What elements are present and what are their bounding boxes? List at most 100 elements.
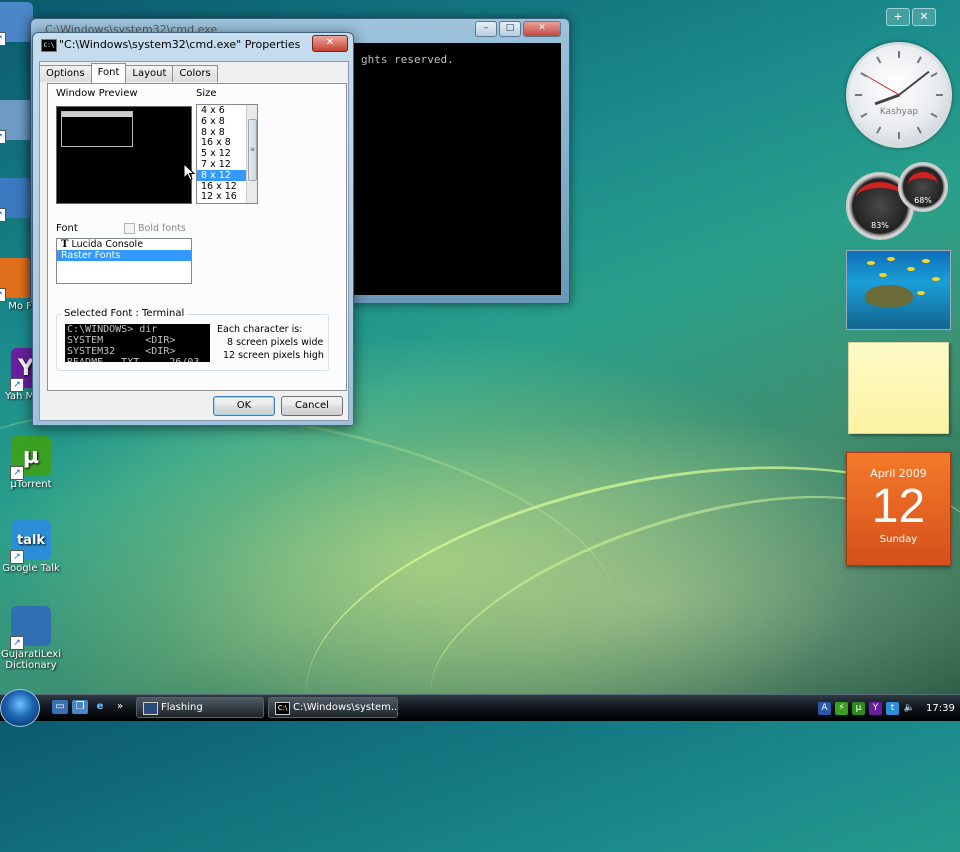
bold-fonts-label: Bold fonts [138,223,186,234]
messenger-tray-icon[interactable]: Y [869,701,882,715]
desktop-icon[interactable]: µ ↗ µTorrent [0,436,62,490]
close-icon[interactable]: ✕ [523,21,561,37]
clock-gadget[interactable]: Kashyap [846,42,952,148]
font-sample: C:\WINDOWS> dir SYSTEM <DIR> SYSTEM32 <DIR… [65,324,210,362]
gtalk-tray-icon[interactable]: t [886,701,899,715]
sample-line: SYSTEM <DIR> [67,335,176,346]
turtle-image [865,285,913,307]
tab-font[interactable]: Font [90,63,127,83]
window-preview-label: Window Preview [56,88,138,99]
character-size-info: Each character is: 8 screen pixels wide … [217,323,324,362]
shortcut-arrow-icon: ↗ [0,130,6,144]
language-icon[interactable]: A [818,701,831,715]
window-preview [56,106,192,204]
taskbar-button-flashing[interactable]: Flashing [136,697,264,718]
clock-tick [898,51,900,58]
desktop-icon[interactable]: ↗ GujaratiLexi Dictionary [0,606,62,671]
start-button[interactable] [0,689,40,727]
cmd-app-icon: C:\ [41,39,57,52]
clock-tick [876,56,882,64]
calendar-gadget[interactable]: April 2009 12 Sunday [846,452,951,566]
desktop-icon-label: Google Talk [2,563,60,574]
each-char-label: Each character is: [217,324,303,335]
selected-font-group: Selected Font : Terminal C:\WINDOWS> dir… [56,308,329,371]
mouse-cursor-icon [183,163,195,181]
shortcut-arrow-icon: ↗ [0,208,6,222]
font-list[interactable]: T Lucida Console Raster Fonts [56,238,192,284]
memory-percent: 68% [914,196,932,205]
shortcut-arrow-icon: ↗ [0,288,6,302]
quick-launch: ▭ ❐ e » [52,700,128,714]
volume-icon[interactable]: 🔈 [903,702,916,715]
system-tray: A ⚡ µ Y t 🔈 17:39 [818,698,960,718]
calendar-weekday: Sunday [879,534,918,545]
taskbar-button-cmd[interactable]: C:\ C:\Windows\system... [268,697,398,718]
clock-time[interactable]: 17:39 [926,703,955,714]
font-list-item[interactable]: T Lucida Console [57,239,191,250]
clock-hour-hand [874,93,900,106]
clock-second-hand [864,74,900,96]
desktop-icon-label: GujaratiLexi Dictionary [1,649,61,671]
size-list-scrollbar[interactable]: ≡ [246,105,257,203]
tab-options[interactable]: Options [39,65,92,82]
ok-button[interactable]: OK [213,396,275,416]
close-icon: ✕ [325,37,335,48]
font-list-item[interactable]: Raster Fonts [57,250,191,261]
taskbar: ▭ ❐ e » Flashing C:\ C:\Windows\system..… [0,689,960,727]
checkbox-box[interactable] [124,223,135,234]
clock-tick [855,94,862,96]
clock-tick [916,126,922,134]
taskbar-button-label: C:\Windows\system... [293,702,398,713]
taskbar-button-label: Flashing [161,702,203,713]
dialog-title: "C:\Windows\system32\cmd.exe" Properties [59,38,301,51]
shortcut-arrow-icon: ↗ [10,550,24,564]
cancel-button[interactable]: Cancel [281,396,343,416]
preview-mini-window [61,111,133,147]
memory-meter-gadget[interactable]: 68% [898,162,948,212]
slideshow-gadget[interactable] [846,250,951,330]
tab-colors[interactable]: Colors [172,65,218,82]
window-icon [143,702,158,715]
maximize-icon[interactable]: □ [499,21,521,37]
properties-dialog: C:\ "C:\Windows\system32\cmd.exe" Proper… [32,32,354,426]
sample-line: README TXT 26/03 [67,357,210,362]
cmd-output-line: ghts reserved. [361,53,454,66]
sample-line: SYSTEM32 <DIR> [67,346,176,357]
clock-tick [936,94,943,96]
clock-tick [860,72,868,78]
sample-line: C:\WINDOWS> dir [67,324,158,335]
truetype-icon: T [61,239,69,250]
switch-windows-icon[interactable]: ❐ [72,700,88,714]
size-list[interactable]: 4 x 66 x 88 x 8 16 x 85 x 12 7 x 12 8 x 12 1… [196,104,258,204]
clock-tick [930,72,938,78]
dialog-titlebar[interactable]: C:\ "C:\Windows\system32\cmd.exe" Proper… [33,33,353,57]
clock-tick [916,56,922,64]
calendar-month: April 2009 [870,467,927,480]
font-name: Lucida Console [71,239,144,250]
sidebar-controls: + ✕ [886,8,936,26]
shortcut-arrow-icon: ↗ [10,466,24,480]
close-icon[interactable]: ✕ [912,8,936,26]
scrollbar-thumb[interactable]: ≡ [248,119,257,181]
tab-strip: Options Font Layout Colors [39,63,218,83]
font-label: Font [56,223,78,234]
network-icon[interactable]: ⚡ [835,701,848,715]
internet-explorer-icon[interactable]: e [92,700,108,714]
shortcut-arrow-icon: ↗ [10,636,24,650]
minimize-icon[interactable]: – [475,21,497,37]
size-label: Size [196,88,217,99]
pixels-high-label: 12 screen pixels high [223,350,324,361]
tab-layout[interactable]: Layout [125,65,174,82]
chevron-right-icon[interactable]: » [112,700,128,714]
show-desktop-icon[interactable]: ▭ [52,700,68,714]
bold-fonts-checkbox[interactable]: Bold fonts [124,223,186,234]
add-gadget-button[interactable]: + [886,8,910,26]
utorrent-tray-icon[interactable]: µ [852,701,865,715]
desktop-icon[interactable]: talk ↗ Google Talk [0,520,62,574]
clock-minute-hand [898,70,930,96]
sticky-notes-gadget[interactable] [848,342,949,434]
close-button[interactable]: ✕ [312,35,348,52]
clock-tick [876,126,882,134]
shortcut-arrow-icon: ↗ [10,378,24,392]
calendar-day: 12 [871,480,926,533]
